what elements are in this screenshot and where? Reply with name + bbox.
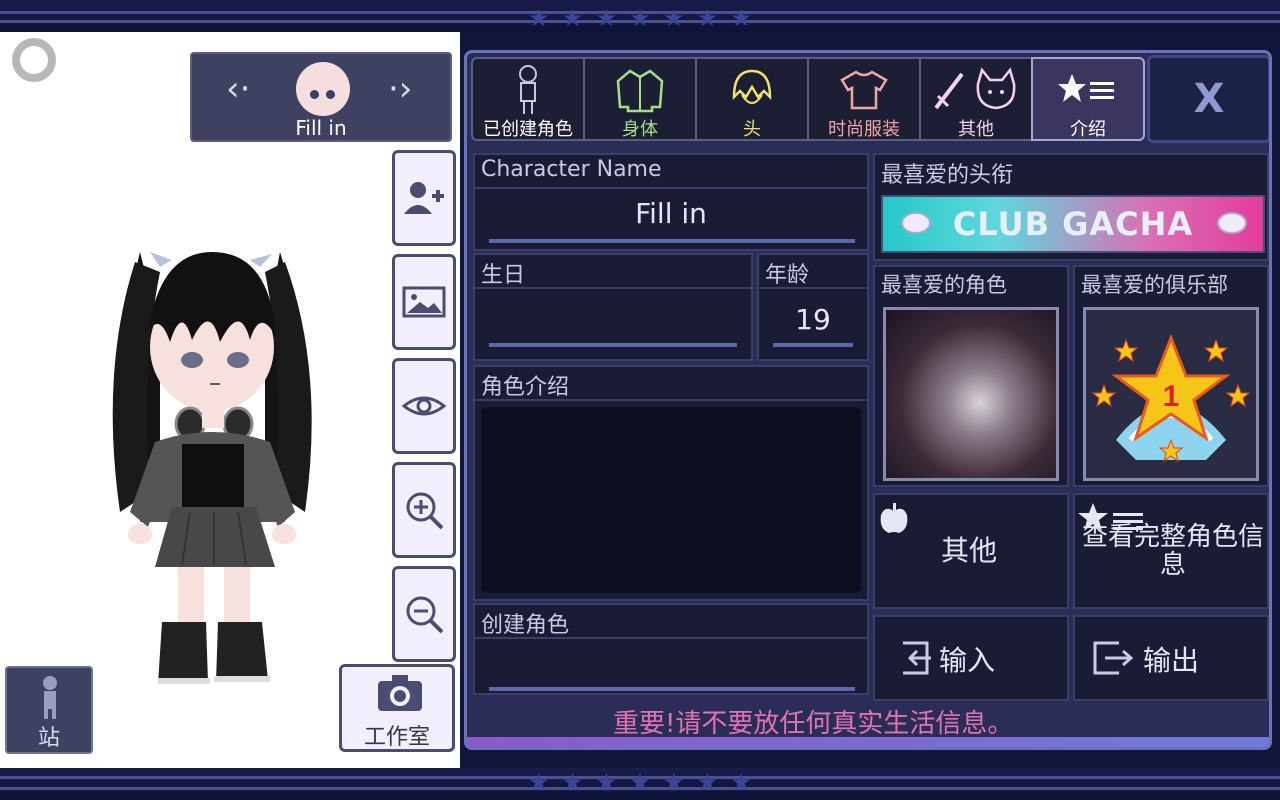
favorite-character-box: 最喜爱的角色 <box>873 265 1069 487</box>
view-full-info-label: 查看完整角色信息 <box>1081 522 1264 580</box>
tab-other[interactable]: 其他 <box>919 57 1033 141</box>
favorite-title-value: CLUB GACHA <box>952 205 1194 243</box>
export-button[interactable]: 输出 <box>1073 615 1269 701</box>
avatar <box>296 62 350 116</box>
favorite-title-header: 最喜爱的头衔 <box>881 163 1014 188</box>
tab-label: 头 <box>743 119 761 140</box>
zoom-out-icon <box>406 596 444 634</box>
tshirt-icon <box>840 70 888 110</box>
character-stage: ‹· ·› Fill in 站 工作室 <box>0 32 460 770</box>
sword-cat-icon <box>934 67 1016 110</box>
studio-label: 工作室 <box>363 725 430 750</box>
character-name-field[interactable]: Fill in <box>475 197 867 230</box>
tab-label: 时尚服装 <box>828 119 900 140</box>
tab-intro[interactable]: 介绍 <box>1031 57 1145 141</box>
selector-label: Fill in <box>295 116 347 140</box>
view-button[interactable] <box>392 358 456 454</box>
stand-label: 站 <box>37 726 60 751</box>
add-user-icon <box>404 182 444 214</box>
studio-button[interactable]: 工作室 <box>339 664 455 752</box>
birthday-box: 生日 <box>473 253 753 361</box>
apple-icon <box>880 503 908 533</box>
add-character-button[interactable] <box>392 150 456 246</box>
background-button[interactable] <box>392 254 456 350</box>
club-star-badge-icon: 1 <box>1091 333 1251 463</box>
bio-header: 角色介绍 <box>481 375 570 400</box>
star-decoration: ★ ★ ★ ★ ★ ★ ★ <box>528 4 752 32</box>
club-badge-number: 1 <box>1163 380 1180 413</box>
export-label: 输出 <box>1143 644 1200 677</box>
image-icon <box>402 286 446 318</box>
character-silhouette-icon <box>519 65 537 114</box>
favorite-character-header: 最喜爱的角色 <box>881 273 1007 297</box>
import-icon <box>903 641 931 675</box>
prev-arrow-icon[interactable]: ‹· <box>226 72 250 106</box>
birthday-header: 生日 <box>481 263 526 288</box>
favorite-club-image[interactable]: 1 <box>1083 307 1259 481</box>
star-decoration: ★ ★ ★ ★ ★ ★ ★ <box>528 768 752 796</box>
star-list-icon <box>1058 74 1114 102</box>
character-selector: ‹· ·› Fill in <box>190 52 452 142</box>
character-name-box: Character Name Fill in <box>473 153 869 251</box>
eye-icon <box>402 396 446 416</box>
age-box: 年龄 19 <box>757 253 869 361</box>
favorite-character-image[interactable] <box>883 307 1059 481</box>
stand-button[interactable]: 站 <box>5 666 93 754</box>
age-header: 年龄 <box>765 263 810 288</box>
privacy-warning: 重要!请不要放任何真实生活信息。 <box>613 709 1014 739</box>
other-label: 其他 <box>941 534 998 567</box>
tab-bar: 已创建角色 身体 头 时尚服装 其他 介绍 <box>471 57 1145 141</box>
game-screen: ★ ★ ★ ★ ★ ★ ★ ‹· ·› Fill in 站 工作室 已创建角色 … <box>0 0 1280 800</box>
import-button[interactable]: 输入 <box>873 615 1069 701</box>
next-arrow-icon[interactable]: ·› <box>388 72 412 106</box>
tab-fashion[interactable]: 时尚服装 <box>807 57 921 141</box>
import-label: 输入 <box>939 644 996 677</box>
character-name-header: Character Name <box>481 157 662 182</box>
zoom-in-icon <box>406 492 444 530</box>
favorite-title-box: 最喜爱的头衔 CLUB GACHA <box>873 153 1269 261</box>
creator-box: 创建角色 <box>473 603 869 695</box>
character-illustration <box>112 252 312 684</box>
creator-header: 创建角色 <box>481 613 570 638</box>
age-field[interactable]: 19 <box>759 303 867 336</box>
favorite-club-header: 最喜爱的俱乐部 <box>1081 273 1228 297</box>
tab-body[interactable]: 身体 <box>583 57 697 141</box>
zoom-in-button[interactable] <box>392 462 456 558</box>
export-icon <box>1093 641 1134 675</box>
profile-panel: 已创建角色 身体 头 时尚服装 其他 介绍 X Character Name F… <box>464 50 1272 750</box>
ring-icon[interactable] <box>12 38 56 82</box>
tab-created-characters[interactable]: 已创建角色 <box>471 57 585 141</box>
favorite-title-banner[interactable]: CLUB GACHA <box>881 195 1265 253</box>
top-border: ★ ★ ★ ★ ★ ★ ★ <box>0 0 1280 32</box>
jacket-icon <box>616 69 664 113</box>
tab-label: 身体 <box>622 119 658 140</box>
bio-box: 角色介绍 <box>473 365 869 601</box>
bottom-border: ★ ★ ★ ★ ★ ★ ★ <box>0 768 1280 800</box>
tab-label: 介绍 <box>1070 119 1106 140</box>
other-button[interactable]: 其他 <box>873 493 1069 609</box>
tab-label: 已创建角色 <box>483 119 573 140</box>
camera-icon <box>378 675 422 711</box>
bio-field[interactable] <box>481 407 861 593</box>
close-icon: X <box>1193 76 1225 122</box>
close-button[interactable]: X <box>1147 55 1269 143</box>
tab-label: 其他 <box>958 119 994 140</box>
figure-icon <box>43 676 57 719</box>
zoom-out-button[interactable] <box>392 566 456 662</box>
favorite-club-box: 最喜爱的俱乐部 1 <box>1073 265 1269 487</box>
tab-head[interactable]: 头 <box>695 57 809 141</box>
view-full-info-button[interactable]: 查看完整角色信息 <box>1073 493 1269 609</box>
hair-icon <box>732 69 772 104</box>
